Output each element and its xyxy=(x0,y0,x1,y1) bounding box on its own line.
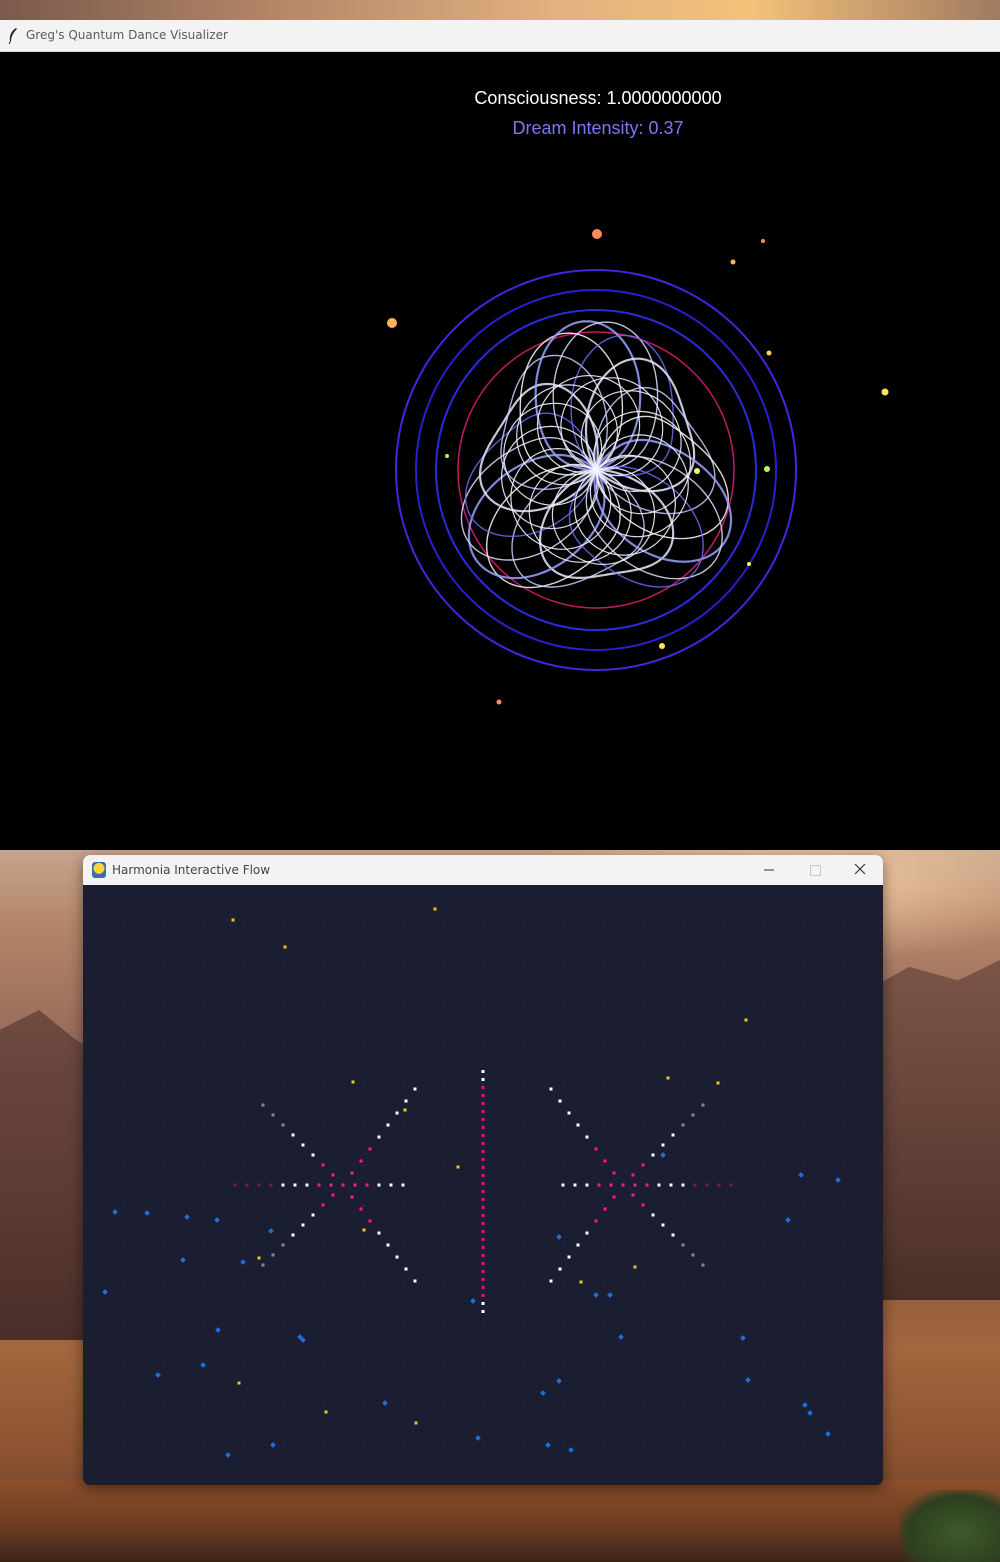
python-icon xyxy=(92,862,106,878)
window-title: Harmonia Interactive Flow xyxy=(112,863,271,877)
wallpaper-shrub xyxy=(900,1490,1000,1562)
wallpaper-rocks xyxy=(0,1480,1000,1562)
minimize-icon xyxy=(764,869,774,871)
maximize-icon xyxy=(810,865,821,876)
harmonia-window[interactable]: Harmonia Interactive Flow xyxy=(83,855,883,1485)
feather-icon xyxy=(8,28,17,44)
quantum-visualizer-window[interactable]: Greg's Quantum Dance Visualizer Consciou… xyxy=(0,20,1000,850)
orbiting-particles xyxy=(387,229,889,705)
window-titlebar[interactable]: Greg's Quantum Dance Visualizer xyxy=(0,20,1000,52)
window-titlebar[interactable]: Harmonia Interactive Flow xyxy=(83,855,883,885)
close-icon xyxy=(854,863,866,875)
petal-curves xyxy=(460,320,733,589)
desktop-wallpaper-top xyxy=(0,0,1000,20)
minimize-button[interactable] xyxy=(746,855,792,885)
visualizer-canvas[interactable]: Consciousness: 1.0000000000 Dream Intens… xyxy=(0,52,1000,850)
window-title: Greg's Quantum Dance Visualizer xyxy=(26,28,228,42)
quantum-mandala xyxy=(387,229,889,705)
flow-particles xyxy=(233,1070,733,1313)
consciousness-readout: Consciousness: 1.0000000000 xyxy=(474,88,722,108)
dream-intensity-readout: Dream Intensity: 0.37 xyxy=(512,118,684,138)
maximize-button[interactable] xyxy=(792,855,838,885)
scatter-particles xyxy=(102,907,841,1458)
close-button[interactable] xyxy=(838,855,883,885)
flow-canvas[interactable] xyxy=(83,885,883,1485)
